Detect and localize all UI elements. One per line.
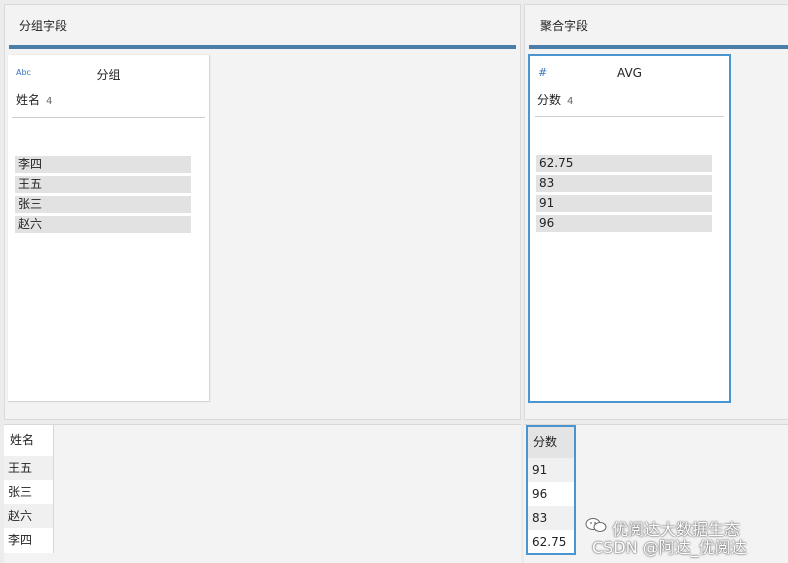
group-value-chip[interactable]: 李四: [15, 156, 191, 173]
group-fields-bar: [9, 45, 516, 49]
name-column[interactable]: 姓名 王五 张三 赵六 李四: [4, 425, 54, 553]
table-cell[interactable]: 李四: [4, 528, 53, 552]
table-cell[interactable]: 91: [528, 458, 574, 482]
table-cell[interactable]: 83: [528, 506, 574, 530]
aggregate-value-chip[interactable]: 91: [536, 195, 712, 212]
group-field-name[interactable]: 姓名 4: [16, 91, 52, 108]
watermark: 优阅达大数据生态 CSDN @阿达_优阅达: [584, 514, 784, 558]
aggregate-card-divider: [535, 116, 724, 117]
aggregate-field-name[interactable]: 分数 4: [537, 91, 573, 108]
aggregate-value-chip[interactable]: 96: [536, 215, 712, 232]
group-field-count: 4: [46, 96, 53, 107]
group-value-chip[interactable]: 张三: [15, 196, 191, 213]
group-value-chip[interactable]: 赵六: [15, 216, 191, 233]
table-cell[interactable]: 王五: [4, 456, 53, 480]
group-fields-title: 分组字段: [19, 19, 68, 33]
group-value-chip[interactable]: 王五: [15, 176, 191, 193]
group-card-divider: [12, 117, 205, 118]
aggregate-field-label: 分数: [537, 93, 562, 107]
table-cell[interactable]: 赵六: [4, 504, 53, 528]
score-column[interactable]: 分数 91 96 83 62.75: [526, 425, 576, 555]
score-column-header[interactable]: 分数: [528, 427, 574, 458]
aggregate-field-card[interactable]: # AVG 分数 4 62.75 83 91 96: [528, 54, 731, 403]
group-field-card[interactable]: Abc 分组 姓名 4 李四 王五 张三 赵六: [8, 55, 210, 402]
table-cell[interactable]: 62.75: [528, 530, 574, 554]
name-result-grid: 姓名 王五 张三 赵六 李四: [4, 424, 521, 563]
aggregate-value-chip[interactable]: 83: [536, 175, 712, 192]
name-column-header[interactable]: 姓名: [4, 425, 53, 456]
wechat-icon: [585, 518, 607, 532]
aggregate-fields-bar: [529, 45, 788, 49]
aggregate-fields-title: 聚合字段: [540, 19, 589, 33]
group-card-header: 分组: [96, 68, 121, 82]
group-fields-pane: 分组字段 Abc 分组 姓名 4 李四 王五 张三 赵六: [4, 4, 521, 420]
aggregate-card-header[interactable]: AVG: [530, 66, 729, 80]
aggregate-field-count: 4: [567, 96, 574, 107]
table-cell[interactable]: 张三: [4, 480, 53, 504]
watermark-line2: CSDN @阿达_优阅达: [592, 538, 747, 557]
group-field-label: 姓名: [16, 93, 41, 107]
aggregate-fields-pane: 聚合字段 # AVG 分数 4 62.75 83 91 96: [524, 4, 788, 420]
aggregate-value-list: 62.75 83 91 96: [536, 155, 712, 235]
group-value-list: 李四 王五 张三 赵六: [15, 156, 191, 236]
aggregate-value-chip[interactable]: 62.75: [536, 155, 712, 172]
table-cell[interactable]: 96: [528, 482, 574, 506]
